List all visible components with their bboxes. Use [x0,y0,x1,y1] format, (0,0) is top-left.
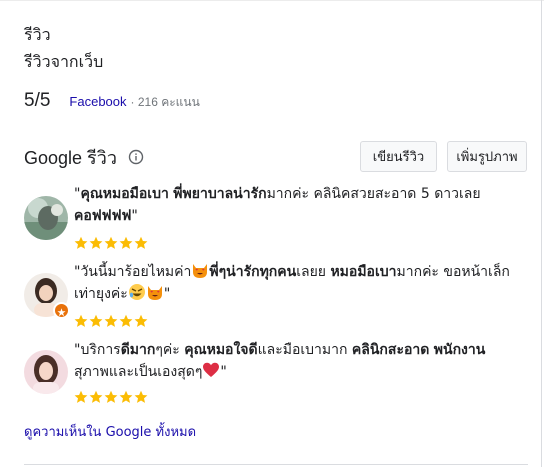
rofl-emoji [128,283,146,301]
star-icon [134,313,148,327]
star-icon [89,313,103,327]
info-icon[interactable] [128,149,144,165]
star-icon [119,313,133,327]
star-icon [74,235,88,249]
reviewer-avatar[interactable] [24,350,68,394]
star-icon [104,389,118,403]
star-icon [134,389,148,403]
right-border [541,0,542,467]
cat-heart-eyes-emoji [191,261,209,279]
web-rating-row: 5/5 Facebook · 216 คะแนน [24,90,200,118]
write-review-button[interactable]: เขียนรีวิว [360,141,437,172]
google-reviews-title: Google รีวิว [24,147,117,168]
review-text: "คุณหมอมือเบา พี่พยาบาลน่ารักมากค่ะ คลิน… [74,186,481,224]
star-rating [74,389,148,403]
local-guide-badge-icon [53,302,70,319]
web-reviews-title: รีวิวจากเว็บ [24,52,104,71]
red-heart-emoji [202,361,220,379]
star-icon [89,235,103,249]
star-rating [74,235,148,249]
star-icon [89,389,103,403]
facebook-source-link[interactable]: Facebook [69,94,126,109]
star-icon [134,235,148,249]
reviewer-avatar[interactable] [24,196,68,240]
section-title: รีวิว [24,25,51,44]
star-icon [104,235,118,249]
star-icon [119,235,133,249]
rating-score: 5/5 [24,90,51,111]
bottom-divider [24,464,528,465]
rating-count: · 216 คะแนน [130,95,200,109]
top-border [0,0,544,1]
star-icon [119,389,133,403]
cat-heart-eyes-emoji [146,283,164,301]
review-text: "บริการดีมากๆค่ะ คุณหมอใจดีและมือเบามาก … [74,342,486,380]
review-text: "วันนี้มาร้อยไหมค่า พี่ๆน่ารักทุกคนเลยย ห… [74,261,522,305]
add-photo-button[interactable]: เพิ่มรูปภาพ [447,141,527,172]
star-icon [74,389,88,403]
star-rating [74,313,148,327]
star-icon [104,313,118,327]
view-all-google-reviews-link[interactable]: ดูความเห็นใน Google ทั้งหมด [24,421,196,442]
star-icon [74,313,88,327]
google-reviews-header: Google รีวิว [24,143,144,171]
